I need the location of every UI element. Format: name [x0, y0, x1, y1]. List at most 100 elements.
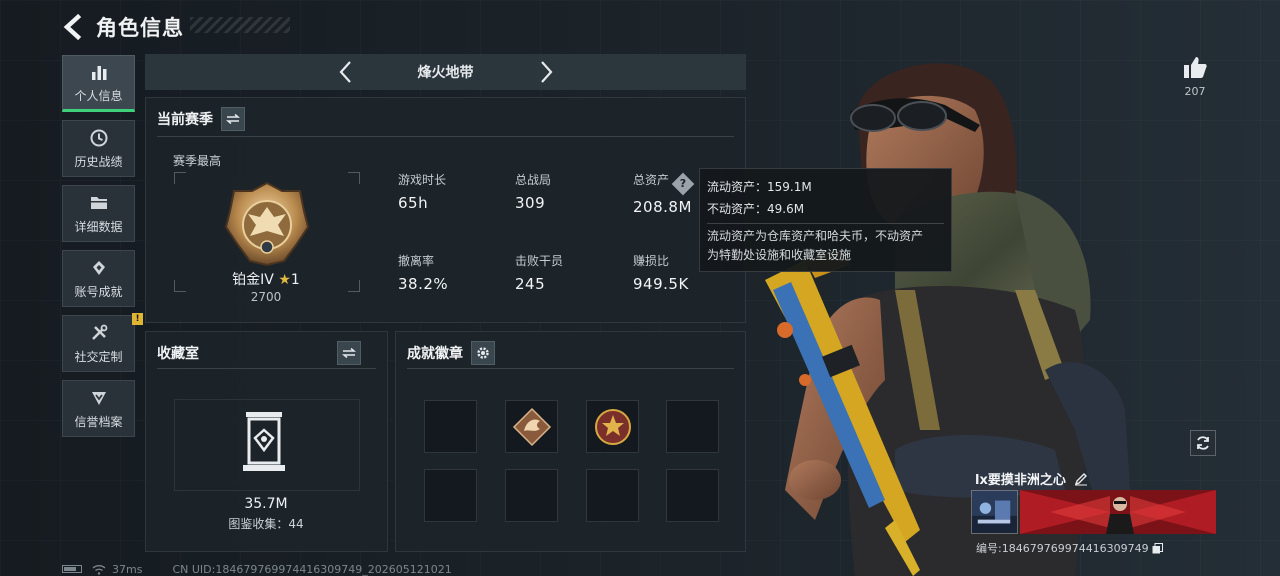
mode-selector: 烽火地带: [145, 54, 746, 90]
stat-extraction-rate: 撤离率 38.2%: [398, 252, 448, 293]
help-icon[interactable]: ?: [671, 172, 695, 196]
sidebar-item-credit-record[interactable]: 信誉档案: [62, 380, 135, 437]
sidebar-item-social-custom[interactable]: 社交定制 !: [62, 313, 143, 372]
swap-icon: [226, 113, 240, 125]
sidebar-item-label: 信誉档案: [74, 414, 123, 429]
ping: 37ms: [112, 562, 143, 576]
mode-prev-button[interactable]: [336, 59, 356, 85]
sidebar-item-label: 详细数据: [74, 219, 123, 234]
divider: [157, 136, 734, 137]
badge-slot-empty[interactable]: [424, 400, 477, 453]
tooltip-fixed-assets: 不动资产：49.6M: [707, 202, 805, 216]
refresh-icon: [1197, 436, 1209, 450]
tooltip-liquid-assets: 流动资产：159.1M: [707, 180, 812, 194]
refresh-button[interactable]: [1190, 430, 1216, 456]
achievements-panel-head: 成就徽章: [407, 341, 495, 365]
edit-name-icon[interactable]: [1074, 472, 1088, 486]
like-count: 207: [1184, 85, 1206, 98]
stat-value: 949.5K: [633, 275, 689, 293]
badge-slot-empty[interactable]: [586, 469, 639, 522]
swap-icon: [342, 347, 356, 359]
stat-label: 撤离率: [398, 254, 435, 268]
collection-panel-head: 收藏室: [157, 341, 361, 365]
sidebar-item-label: 历史战绩: [74, 154, 123, 169]
tools-icon: [91, 324, 107, 340]
stat-value: 245: [515, 275, 546, 293]
collection-panel: 收藏室 35.7M 图鉴收集：44: [145, 331, 388, 552]
copy-icon[interactable]: [1152, 542, 1163, 554]
achievements-settings-button[interactable]: [471, 341, 495, 365]
collection-count: 图鉴收集：44: [228, 517, 304, 531]
sidebar-item-label: 账号成就: [74, 284, 123, 299]
rank-badge-icon: [224, 181, 310, 267]
sidebar-item-label: 个人信息: [74, 88, 123, 103]
season-panel: 当前赛季 赛季最高 铂金IV ★1 2700 游戏时长 65h 总战局 309 …: [145, 97, 746, 323]
notification-badge: !: [132, 313, 143, 325]
bar-chart-icon: [91, 65, 106, 80]
season-panel-head: 当前赛季: [157, 107, 245, 131]
badge-slot-empty[interactable]: [505, 469, 558, 522]
wifi-icon: [92, 564, 106, 575]
stat-playtime: 游戏时长 65h: [398, 171, 446, 212]
stat-profit-loss-ratio: 赚损比 949.5K: [633, 252, 689, 293]
stat-value: 309: [515, 194, 546, 212]
back-arrow-icon[interactable]: [60, 14, 86, 40]
achievements-panel: 成就徽章: [395, 331, 746, 552]
achievements-panel-title: 成就徽章: [407, 346, 463, 362]
mode-next-button[interactable]: [536, 59, 556, 85]
badge-slot-empty[interactable]: [666, 469, 719, 522]
sidebar-item-match-history[interactable]: 历史战绩: [62, 120, 135, 177]
rank-tier: 铂金IV: [232, 272, 274, 288]
header: 角色信息: [60, 10, 184, 44]
mode-name: 烽火地带: [417, 65, 474, 81]
player-id: 编号:1846797699744163097​49: [976, 540, 1163, 556]
collection-value: 35.7M: [244, 496, 288, 512]
rank-stars: 1: [290, 272, 300, 288]
dragon-badge-icon: [512, 407, 551, 446]
account-uid: CN UID:184679769974416309749_20260512102…: [172, 562, 452, 576]
tooltip-note-line2: 为特勤处设施和收藏室设施: [707, 248, 852, 262]
badge-slot-shield[interactable]: [586, 400, 639, 453]
player-name: lx要摸非洲之心: [975, 469, 1088, 488]
tooltip-note-line1: 流动资产为仓库资产和哈夫币，不动资产: [707, 229, 924, 243]
stat-label: 游戏时长: [398, 173, 447, 187]
history-icon: [90, 129, 107, 146]
player-avatar[interactable]: [971, 490, 1018, 534]
badge-slot-empty[interactable]: [424, 469, 477, 522]
status-bar: 37ms CN UID:184679769974416309749_202605…: [62, 562, 452, 576]
player-name-text: lx要摸非洲之心: [975, 473, 1066, 488]
sidebar: 个人信息 历史战绩 详细数据 账号成就 社交定制 ! 信誉档案: [62, 55, 143, 445]
divider: [707, 223, 944, 224]
sidebar-item-detailed-data[interactable]: 详细数据: [62, 185, 135, 242]
stat-label: 总战局: [515, 173, 552, 187]
title-decoration: [190, 17, 290, 33]
stat-operators-defeated: 击败干员 245: [515, 252, 563, 293]
sidebar-item-personal-info[interactable]: 个人信息: [62, 55, 135, 112]
sidebar-item-label: 社交定制: [74, 349, 123, 364]
season-switch-button[interactable]: [221, 107, 245, 131]
divider: [157, 368, 376, 369]
page-title: 角色信息: [96, 16, 184, 40]
rank-points: 2700: [250, 290, 282, 304]
player-card-banner[interactable]: [1020, 490, 1216, 534]
battery-icon: [62, 565, 82, 573]
collection-switch-button[interactable]: [337, 341, 361, 365]
stat-value: 208.8M: [633, 198, 692, 216]
emblem-badge-icon: [594, 408, 631, 445]
assets-tooltip: 流动资产：159.1M 不动资产：49.6M 流动资产为仓库资产和哈夫币，不动资…: [699, 168, 952, 272]
achievement-icon: [92, 260, 105, 275]
stat-label: 击败干员: [515, 254, 564, 268]
thumbs-up-icon[interactable]: [1182, 54, 1208, 80]
stat-total-assets: 总资产? 208.8M: [633, 171, 695, 216]
star-icon: ★: [278, 272, 291, 288]
stat-label: 总资产?: [633, 171, 695, 196]
gear-icon: [477, 347, 489, 359]
badge-slot-empty[interactable]: [666, 400, 719, 453]
folder-icon: [90, 196, 107, 209]
badge-slot-dragon[interactable]: [505, 400, 558, 453]
stat-label-text: 总资产: [633, 173, 670, 187]
player-id-text: 编号:1846797699744163097​49: [976, 542, 1149, 555]
sidebar-item-achievements[interactable]: 账号成就: [62, 250, 135, 307]
stat-total-matches: 总战局 309: [515, 171, 551, 212]
divider: [407, 368, 734, 369]
